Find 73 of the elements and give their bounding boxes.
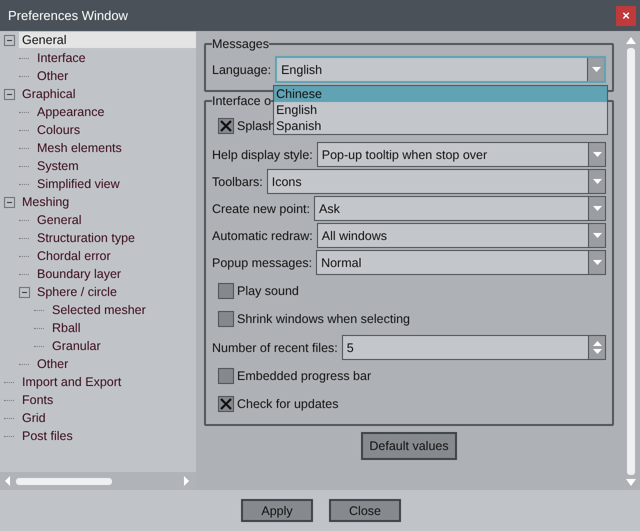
tree-item[interactable]: Import and Export bbox=[19, 374, 124, 390]
tree-item[interactable]: Rball bbox=[49, 320, 84, 336]
tree-item[interactable]: Structuration type bbox=[34, 230, 138, 246]
field-label: Help display style: bbox=[212, 148, 313, 162]
tree-item[interactable]: Meshing bbox=[19, 194, 72, 210]
scroll-down-icon[interactable] bbox=[626, 479, 636, 486]
collapse-icon[interactable] bbox=[4, 88, 15, 100]
tree-item[interactable]: Other bbox=[34, 68, 72, 84]
group-title: Interface o bbox=[212, 94, 272, 108]
checkbox[interactable] bbox=[218, 311, 234, 327]
field-label: Popup messages: bbox=[212, 256, 312, 270]
caret-icon bbox=[592, 206, 602, 211]
scroll-up-icon[interactable] bbox=[626, 37, 636, 44]
spin-field[interactable]: 5 bbox=[342, 335, 606, 360]
field-label: Toolbars: bbox=[212, 174, 263, 188]
caret-icon bbox=[592, 179, 602, 184]
decrement-icon[interactable] bbox=[592, 349, 602, 354]
tree-item[interactable]: Graphical bbox=[19, 86, 78, 102]
tree-item[interactable]: General bbox=[34, 212, 84, 228]
scroll-left-icon[interactable] bbox=[4, 476, 12, 486]
checkbox[interactable] bbox=[218, 283, 234, 299]
caret-icon bbox=[592, 260, 602, 265]
caret-icon bbox=[592, 67, 600, 72]
checkbox-label: Shrink windows when selecting bbox=[237, 312, 410, 326]
increment-icon[interactable] bbox=[592, 341, 602, 346]
scroll-right-icon[interactable] bbox=[182, 476, 190, 486]
dropdown[interactable]: Normal bbox=[316, 250, 606, 275]
caret-icon bbox=[592, 233, 602, 238]
group-title: Messages bbox=[212, 37, 269, 51]
dropdown[interactable]: Icons bbox=[266, 169, 606, 194]
default-values-button[interactable]: Default values bbox=[361, 432, 457, 460]
tree-item[interactable]: Boundary layer bbox=[34, 266, 124, 282]
checkbox-label: Check for updates bbox=[237, 397, 338, 411]
tree-item[interactable]: Post files bbox=[19, 428, 76, 444]
tree-item[interactable]: System bbox=[34, 158, 82, 174]
dialog-button[interactable]: Apply bbox=[241, 499, 313, 522]
field-label: Automatic redraw: bbox=[212, 228, 313, 242]
collapse-icon[interactable] bbox=[19, 286, 30, 298]
dropdown-option[interactable]: English bbox=[274, 102, 607, 118]
tree-item[interactable]: Sphere / circle bbox=[34, 284, 120, 300]
close-button[interactable]: × bbox=[616, 6, 636, 26]
collapse-icon[interactable] bbox=[4, 196, 15, 208]
tree-item[interactable]: Selected mesher bbox=[49, 302, 149, 318]
tree-item[interactable]: Appearance bbox=[34, 104, 108, 120]
tree-item[interactable]: General bbox=[19, 32, 196, 48]
dialog-button[interactable]: Close bbox=[329, 499, 401, 522]
dropdown[interactable]: Ask bbox=[314, 196, 606, 221]
tree-item[interactable]: Chordal error bbox=[34, 248, 114, 264]
tree-item[interactable]: Other bbox=[34, 356, 72, 372]
dropdown[interactable]: Pop-up tooltip when stop over bbox=[316, 142, 606, 167]
tree-item[interactable]: Mesh elements bbox=[34, 140, 125, 156]
checkbox-label: Embedded progress bar bbox=[237, 369, 372, 383]
field-label: Language: bbox=[212, 62, 272, 76]
caret-icon bbox=[592, 152, 602, 157]
checkbox-label: Play sound bbox=[237, 284, 299, 298]
tree-item[interactable]: Fonts bbox=[19, 392, 56, 408]
checkbox[interactable] bbox=[218, 396, 234, 412]
horizontal-scrollbar[interactable] bbox=[0, 472, 196, 490]
tree-item[interactable]: Granular bbox=[49, 338, 104, 354]
dropdown[interactable]: All windows bbox=[316, 223, 606, 248]
window-title: Preferences Window bbox=[8, 8, 128, 23]
field-label: Number of recent files: bbox=[212, 340, 338, 354]
tree-item[interactable]: Simplified view bbox=[34, 176, 123, 192]
language-dropdown[interactable]: English bbox=[275, 56, 606, 83]
tree-item[interactable]: Grid bbox=[19, 410, 49, 426]
tree-item[interactable]: Colours bbox=[34, 122, 84, 138]
field-label: Create new point: bbox=[212, 202, 310, 216]
dropdown-option[interactable]: Spanish bbox=[274, 118, 607, 134]
collapse-icon[interactable] bbox=[4, 34, 15, 46]
checkbox[interactable] bbox=[218, 118, 234, 134]
dropdown-option[interactable]: Chinese bbox=[274, 86, 607, 102]
checkbox[interactable] bbox=[218, 368, 234, 384]
tree-item[interactable]: Interface bbox=[34, 50, 89, 66]
